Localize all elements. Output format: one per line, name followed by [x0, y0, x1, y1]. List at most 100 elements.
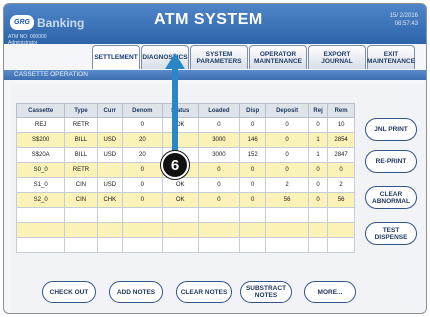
tab-settlement[interactable]: SETTLEMENT — [92, 45, 140, 69]
clear-notes-button[interactable]: CLEAR NOTES — [176, 281, 232, 303]
tab-exit-maintenance[interactable]: EXIT MAINTENANCE — [367, 45, 415, 69]
col-loaded: Loaded — [197, 103, 241, 118]
table-cell: S0_0 — [15, 162, 66, 178]
table-cell: BILL — [64, 147, 98, 163]
table-cell — [122, 222, 163, 238]
callout-number-badge: 6 — [161, 151, 189, 179]
table-cell — [15, 207, 66, 223]
table-cell: 0 — [197, 162, 241, 178]
table-cell: OK — [161, 177, 199, 193]
table-header-row: Cassette Type Curr Denom Status Loaded D… — [15, 103, 355, 118]
table-row[interactable]: S1_0 CIN USD 0 OK 0 0 2 0 2 — [15, 177, 355, 193]
tab-system-parameters[interactable]: SYSTEM PARAMETERS — [190, 45, 248, 69]
table-cell: 0 — [239, 117, 267, 133]
table-cell: 56 — [265, 192, 309, 208]
table-cell: USD — [96, 177, 124, 193]
table-cell: RETR — [64, 117, 98, 133]
cassette-table: Cassette Type Curr Denom Status Loaded D… — [15, 103, 355, 253]
table-cell — [161, 222, 199, 238]
table-cell: 2854 — [327, 132, 355, 148]
table-cell: USD — [96, 147, 124, 163]
table-row[interactable]: S$200 BILL USD 20 3000 146 0 1 2854 — [15, 132, 355, 148]
table-cell: 0 — [122, 192, 163, 208]
table-cell: S1_0 — [15, 177, 66, 193]
table-cell: 2 — [327, 177, 355, 193]
table-cell: S2_0 — [15, 192, 66, 208]
table-cell — [15, 222, 66, 238]
logo: GRG Banking — [10, 14, 84, 31]
table-row[interactable] — [15, 207, 355, 223]
table-cell — [15, 237, 66, 253]
logo-text: Banking — [37, 15, 85, 30]
table-cell: 0 — [197, 192, 241, 208]
table-cell — [307, 237, 329, 253]
table-cell — [307, 222, 329, 238]
add-notes-button[interactable]: ADD NOTES — [109, 281, 163, 303]
tab-export-journal[interactable]: EXPORT JOURNAL — [308, 45, 366, 69]
table-cell: 0 — [122, 177, 163, 193]
table-cell: 0 — [327, 162, 355, 178]
table-cell — [64, 222, 98, 238]
table-cell — [197, 237, 241, 253]
table-cell: S$20A — [15, 147, 66, 163]
table-row[interactable] — [15, 237, 355, 253]
table-cell — [64, 207, 98, 223]
table-cell: RETR — [64, 162, 98, 178]
table-cell: S$200 — [15, 132, 66, 148]
table-cell: 20 — [122, 147, 163, 163]
table-cell — [265, 222, 309, 238]
table-cell: 1 — [307, 132, 329, 148]
check-out-button[interactable]: CHECK OUT — [42, 281, 96, 303]
test-dispense-button[interactable]: TEST DISPENSE — [365, 222, 417, 245]
table-cell: 1 — [307, 147, 329, 163]
jnl-print-button[interactable]: JNL PRINT — [365, 118, 417, 141]
tab-bar: SETTLEMENT DIAGNOSTICS SYSTEM PARAMETERS… — [92, 45, 416, 69]
time-text: 08:57:43 — [394, 21, 418, 27]
table-cell: 0 — [265, 162, 309, 178]
table-cell: 3000 — [197, 132, 241, 148]
table-cell: 2847 — [327, 147, 355, 163]
col-curr: Curr — [96, 103, 124, 118]
table-row[interactable] — [15, 222, 355, 238]
header-bar: GRG Banking ATM SYSTEM 15/ 2/2016 08:57:… — [4, 4, 426, 46]
col-rej: Rej — [307, 103, 329, 118]
table-cell: 146 — [239, 132, 267, 148]
table-cell: 0 — [307, 177, 329, 193]
table-cell: 0 — [122, 117, 163, 133]
col-status: Status — [161, 103, 199, 118]
table-row[interactable]: S2_0 CIN CHK 0 OK 0 0 56 0 56 — [15, 192, 355, 208]
table-cell: 0 — [307, 117, 329, 133]
table-cell — [96, 117, 124, 133]
table-cell — [239, 237, 267, 253]
table-cell: 56 — [327, 192, 355, 208]
table-body: REJ RETR 0 OK 0 0 0 0 10 S$200 BILL USD 20 3000 146 0 1 2… — [15, 117, 355, 253]
section-bar: CASSETTE OPERATION — [4, 70, 426, 80]
more-button[interactable]: MORE... — [304, 281, 356, 303]
subtract-notes-button[interactable]: SUBSTRACT NOTES — [240, 281, 292, 303]
table-cell — [161, 237, 199, 253]
table-cell — [265, 237, 309, 253]
table-row[interactable]: REJ RETR 0 OK 0 0 0 0 10 — [15, 117, 355, 133]
table-cell — [96, 222, 124, 238]
table-cell — [96, 237, 124, 253]
atm-info: ATM NO: 000000 Administrator — [8, 34, 47, 46]
tab-operator-maintenance[interactable]: OPERATOR MAINTENANCE — [249, 45, 307, 69]
table-cell: 0 — [265, 147, 309, 163]
table-cell — [327, 207, 355, 223]
datetime: 15/ 2/2016 08:57:43 — [390, 12, 418, 28]
col-denom: Denom — [122, 103, 163, 118]
table-cell: 0 — [239, 192, 267, 208]
table-cell — [239, 222, 267, 238]
table-cell: 0 — [265, 117, 309, 133]
table-cell: 0 — [239, 162, 267, 178]
table-cell — [161, 207, 199, 223]
table-cell: 3000 — [197, 147, 241, 163]
clear-abnormal-button[interactable]: CLEAR ABNORMAL — [365, 186, 417, 209]
logo-badge: GRG — [10, 15, 34, 30]
table-cell: BILL — [64, 132, 98, 148]
table-cell: 2 — [265, 177, 309, 193]
col-rem: Rem — [327, 103, 355, 118]
table-cell — [239, 207, 267, 223]
col-deposit: Deposit — [265, 103, 309, 118]
re-print-button[interactable]: RE-PRINT — [365, 150, 417, 173]
